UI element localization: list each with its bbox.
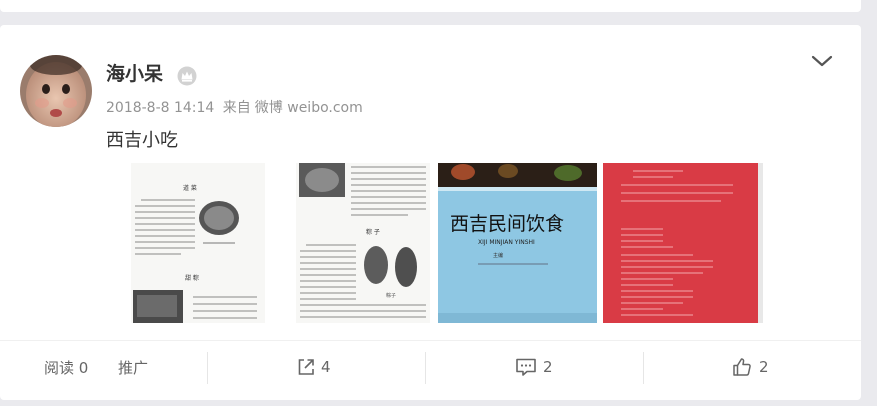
post-timestamp[interactable]: 2018-8-8 14:14 xyxy=(106,100,214,116)
thumbs-up-icon xyxy=(733,358,751,376)
book-page-image: 粽 子 粽子 xyxy=(296,163,430,323)
like-button[interactable]: 2 xyxy=(732,341,769,393)
weibo-post-card: 海小呆 2018-8-8 14:14 来自 微博 weibo.com 西吉小吃 道… xyxy=(0,25,861,400)
page-heading: 粽 子 xyxy=(366,228,380,236)
crown-icon[interactable] xyxy=(177,66,197,86)
chevron-down-icon[interactable] xyxy=(809,51,835,71)
username[interactable]: 海小呆 xyxy=(106,61,163,87)
comment-icon xyxy=(516,358,536,376)
book-pinyin: XIJI MINJIAN YINSHI xyxy=(478,239,535,246)
like-count: 2 xyxy=(759,358,769,376)
gallery-image-3[interactable]: 西吉民间饮食 XIJI MINJIAN YINSHI 主编 xyxy=(438,163,597,323)
source-prefix: 来自 xyxy=(222,100,251,116)
avatar[interactable] xyxy=(20,55,92,127)
read-count: 阅读 0 xyxy=(44,341,88,393)
toolbar-divider xyxy=(207,352,208,384)
copyright-page-image xyxy=(603,163,763,323)
share-count: 4 xyxy=(321,358,331,376)
promote-label: 推广 xyxy=(118,358,149,377)
toolbar-divider xyxy=(643,352,644,384)
share-button[interactable]: 4 xyxy=(296,341,331,393)
gallery-image-2[interactable]: 粽 子 粽子 xyxy=(296,163,430,323)
page-heading-a: 道 菜 xyxy=(183,184,197,192)
post-text: 西吉小吃 xyxy=(106,130,178,151)
toolbar-divider xyxy=(425,352,426,384)
read-count-label: 阅读 0 xyxy=(44,358,89,377)
book-cover-image: 西吉民间饮食 XIJI MINJIAN YINSHI 主编 xyxy=(438,163,597,323)
comment-button[interactable]: 2 xyxy=(515,341,553,393)
post-meta: 2018-8-8 14:14 来自 微博 weibo.com xyxy=(106,98,367,118)
share-icon xyxy=(298,359,314,375)
post-toolbar: 阅读 0 推广 4 2 2 xyxy=(0,340,861,393)
book-page-image: 道 菜 甜 粽 xyxy=(131,163,265,323)
previous-post-card xyxy=(0,0,861,12)
gallery-image-1[interactable]: 道 菜 甜 粽 xyxy=(131,163,265,323)
figure-caption: 粽子 xyxy=(386,292,396,299)
book-title: 西吉民间饮食 xyxy=(450,213,564,235)
book-authors: 主编 xyxy=(493,252,503,259)
comment-count: 2 xyxy=(543,358,553,376)
gallery-image-4[interactable] xyxy=(603,163,763,323)
page-heading-b: 甜 粽 xyxy=(185,274,199,282)
promote-button[interactable]: 推广 xyxy=(118,341,148,393)
image-gallery: 道 菜 甜 粽 粽 子 粽子 西吉民间饮食 XIJI MINJIAN YINSH… xyxy=(131,163,763,323)
post-source[interactable]: 微博 weibo.com xyxy=(255,100,363,116)
avatar-image xyxy=(20,55,92,127)
